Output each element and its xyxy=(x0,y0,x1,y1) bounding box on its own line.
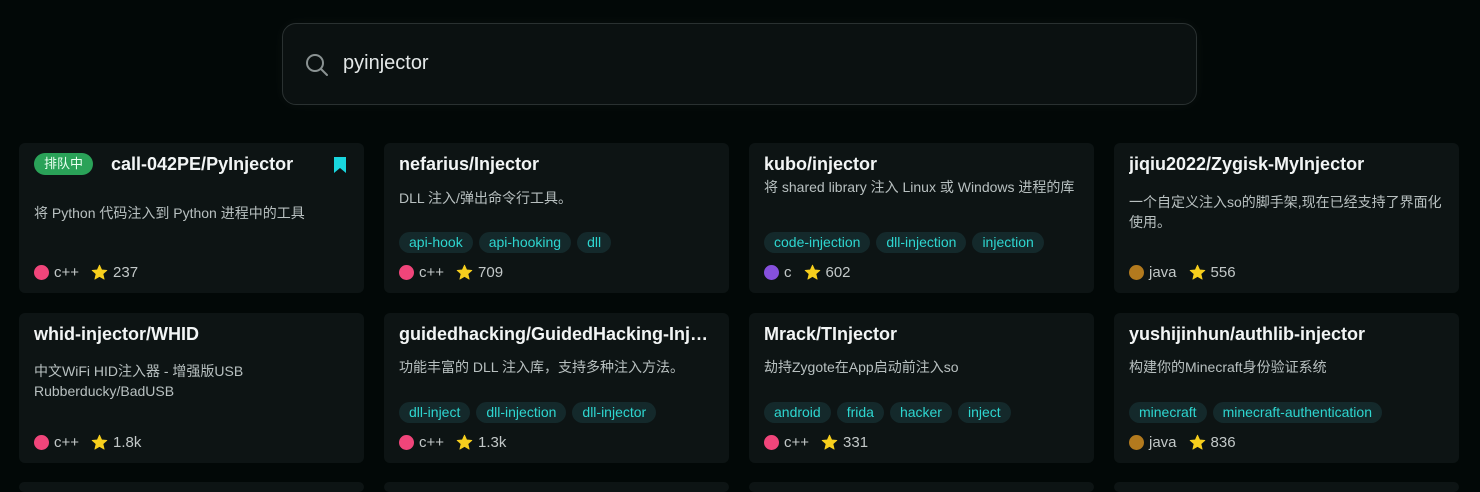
topic-tag[interactable]: dll-inject xyxy=(399,402,471,423)
repo-card[interactable]: guidedhacking/GuidedHacking-Injector 功能丰富… xyxy=(384,313,729,463)
repo-description: 将 Python 代码注入到 Python 进程中的工具 xyxy=(34,205,305,221)
repo-title[interactable]: yushijinhun/authlib-injector xyxy=(1129,324,1445,345)
search-bar[interactable]: pyinjector xyxy=(282,23,1197,105)
repo-card-partial[interactable] xyxy=(19,482,364,492)
topic-tag[interactable]: minecraft-authentication xyxy=(1212,402,1382,423)
topic-tag[interactable]: dll xyxy=(577,232,612,253)
language-label: java xyxy=(1149,263,1177,281)
repo-description: 中文WiFi HID注入器 - 增强版USB Rubberducky/BadUS… xyxy=(34,363,244,399)
repo-card[interactable]: whid-injector/WHID 中文WiFi HID注入器 - 增强版USB… xyxy=(19,313,364,463)
star-count: 556 xyxy=(1210,263,1236,281)
language-dot-icon xyxy=(1129,434,1144,450)
repo-meta: c++ 237 xyxy=(34,262,138,282)
repo-card[interactable]: kubo/injector 将 shared library 注入 Linux 或… xyxy=(749,143,1094,293)
star-icon xyxy=(456,434,473,450)
language-dot-icon xyxy=(34,434,49,450)
star-icon xyxy=(1189,264,1205,280)
topic-tag[interactable]: hacker xyxy=(889,402,952,423)
repo-meta: c++ 1.8k xyxy=(34,432,141,452)
language-dot-icon xyxy=(34,264,49,280)
repo-meta: c++ 331 xyxy=(764,432,868,452)
repo-meta: java 836 xyxy=(1129,432,1236,452)
repo-description: DLL 注入/弹出命令行工具。 xyxy=(399,190,572,206)
bookmark-icon[interactable] xyxy=(333,156,347,174)
language-label: c++ xyxy=(419,433,445,451)
star-count: 237 xyxy=(113,263,139,281)
tag-list: api-hook api-hooking dll xyxy=(399,232,612,253)
tag-list: minecraft minecraft-authentication xyxy=(1129,402,1382,423)
star-count: 1.3k xyxy=(478,433,507,451)
language-label: java xyxy=(1149,433,1177,451)
star-count: 709 xyxy=(478,263,504,281)
language-dot-icon xyxy=(764,264,779,280)
repo-description: 将 shared library 注入 Linux 或 Windows 进程的库 xyxy=(764,179,1075,195)
language-dot-icon xyxy=(1129,264,1144,280)
repo-title[interactable]: Mrack/TInjector xyxy=(764,324,1080,345)
repo-card[interactable]: jiqiu2022/Zygisk-MyInjector 一个自定义注入so的脚手架… xyxy=(1114,143,1459,293)
repo-title[interactable]: call-042PE/PyInjector xyxy=(111,154,320,175)
repo-card-partial[interactable] xyxy=(384,482,729,492)
tag-list: dll-inject dll-injection dll-injector xyxy=(399,402,657,423)
search-icon xyxy=(306,54,328,76)
star-icon xyxy=(821,434,838,450)
repo-title[interactable]: kubo/injector xyxy=(764,154,1080,175)
star-count: 836 xyxy=(1210,433,1236,451)
repo-title[interactable]: nefarius/Injector xyxy=(399,154,715,175)
star-icon xyxy=(91,264,108,280)
topic-tag[interactable]: api-hooking xyxy=(478,232,572,253)
repo-meta: c++ 709 xyxy=(399,262,503,282)
repo-title[interactable]: jiqiu2022/Zygisk-MyInjector xyxy=(1129,154,1445,175)
star-count: 602 xyxy=(825,263,851,281)
topic-tag[interactable]: injection xyxy=(972,232,1044,253)
language-label: c++ xyxy=(784,433,810,451)
search-input[interactable]: pyinjector xyxy=(343,52,429,75)
repo-description: 功能丰富的 DLL 注入库，支持多种注入方法。 xyxy=(399,359,684,375)
star-count: 331 xyxy=(843,433,869,451)
tag-list: android frida hacker inject xyxy=(764,402,1011,423)
language-dot-icon xyxy=(399,434,414,450)
language-label: c++ xyxy=(54,433,80,451)
repo-card[interactable]: nefarius/Injector DLL 注入/弹出命令行工具。 api-hook… xyxy=(384,143,729,293)
language-dot-icon xyxy=(399,264,414,280)
language-dot-icon xyxy=(764,434,779,450)
topic-tag[interactable]: dll-injector xyxy=(572,402,657,423)
star-count: 1.8k xyxy=(113,433,142,451)
repo-meta: c++ 1.3k xyxy=(399,432,506,452)
repo-meta: c 602 xyxy=(764,262,851,282)
language-label: c xyxy=(784,263,792,281)
repo-card[interactable]: 排队中 call-042PE/PyInjector 将 Python 代码注入到 P… xyxy=(19,143,364,293)
repo-description: 构建你的Minecraft身份验证系统 xyxy=(1129,359,1327,375)
topic-tag[interactable]: android xyxy=(764,402,831,423)
queued-badge: 排队中 xyxy=(34,153,94,175)
language-label: c++ xyxy=(419,263,445,281)
star-icon xyxy=(804,264,820,280)
tag-list: code-injection dll-injection injection xyxy=(764,232,1044,253)
repo-description: 劫持Zygote在App启动前注入so xyxy=(764,359,959,375)
repo-title[interactable]: whid-injector/WHID xyxy=(34,324,350,345)
repo-card[interactable]: Mrack/TInjector 劫持Zygote在App启动前注入so androi… xyxy=(749,313,1094,463)
repo-card-partial[interactable] xyxy=(1114,482,1459,492)
topic-tag[interactable]: inject xyxy=(957,402,1011,423)
repo-card-partial[interactable] xyxy=(749,482,1094,492)
repo-title[interactable]: guidedhacking/GuidedHacking-Injector xyxy=(399,324,715,345)
topic-tag[interactable]: dll-injection xyxy=(476,402,567,423)
language-label: c++ xyxy=(54,263,80,281)
topic-tag[interactable]: api-hook xyxy=(399,232,473,253)
repo-meta: java 556 xyxy=(1129,262,1236,282)
topic-tag[interactable]: code-injection xyxy=(764,232,871,253)
topic-tag[interactable]: frida xyxy=(836,402,884,423)
star-icon xyxy=(1189,434,1205,450)
repo-card[interactable]: yushijinhun/authlib-injector 构建你的Minecraf… xyxy=(1114,313,1459,463)
topic-tag[interactable]: minecraft xyxy=(1129,402,1207,423)
star-icon xyxy=(91,434,108,450)
topic-tag[interactable]: dll-injection xyxy=(876,232,967,253)
star-icon xyxy=(456,264,473,280)
repo-description: 一个自定义注入so的脚手架,现在已经支持了界面化使用。 xyxy=(1129,194,1442,230)
